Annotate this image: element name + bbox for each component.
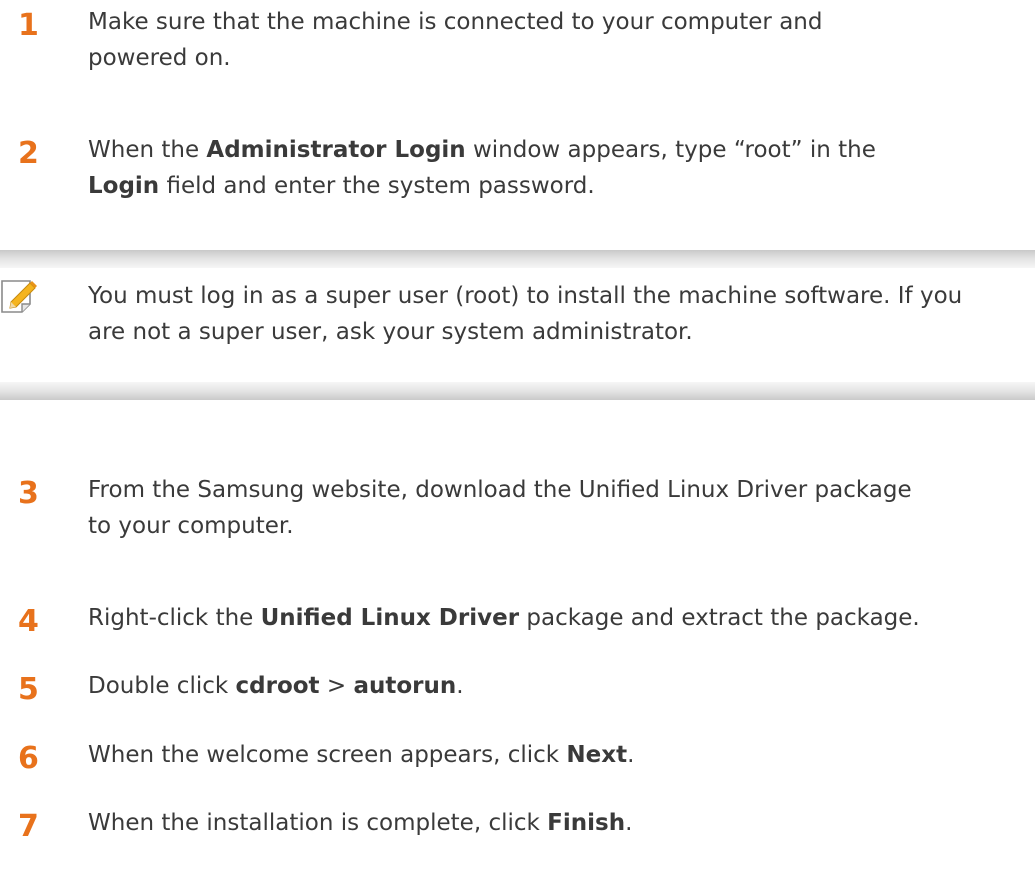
step-number: 1 bbox=[18, 8, 39, 43]
step-line: When the Administrator Login window appe… bbox=[88, 132, 1018, 168]
note-divider-top bbox=[0, 250, 1035, 268]
bold-term: Administrator Login bbox=[206, 137, 466, 163]
text-run: . bbox=[456, 673, 464, 699]
note-text: You must log in as a super user (root) t… bbox=[88, 278, 1033, 350]
step-text: From the Samsung website, download the U… bbox=[88, 472, 1018, 544]
bold-term: autorun bbox=[353, 673, 457, 699]
step-text: Make sure that the machine is connected … bbox=[88, 4, 1018, 76]
text-run: window appears, type “root” in the bbox=[465, 137, 876, 163]
text-run: package and extract the package. bbox=[519, 605, 920, 631]
step-text: When the installation is complete, click… bbox=[88, 805, 1018, 841]
text-run: . bbox=[625, 810, 633, 836]
step-number: 6 bbox=[18, 741, 39, 776]
text-run: Right-click the bbox=[88, 605, 261, 631]
note-box: You must log in as a super user (root) t… bbox=[0, 250, 1035, 400]
step-text: When the welcome screen appears, click N… bbox=[88, 737, 1018, 773]
step-text: Double click cdroot > autorun. bbox=[88, 668, 1018, 704]
step-line: From the Samsung website, download the U… bbox=[88, 472, 1018, 508]
text-run: powered on. bbox=[88, 45, 231, 71]
step-number: 2 bbox=[18, 136, 39, 171]
bold-term: Next bbox=[566, 742, 628, 768]
step-number: 3 bbox=[18, 476, 39, 511]
bold-term: Finish bbox=[547, 810, 626, 836]
step-line: Double click cdroot > autorun. bbox=[88, 668, 1018, 704]
bold-term: Unified Linux Driver bbox=[260, 605, 520, 631]
step-number: 7 bbox=[18, 809, 39, 844]
text-run: When the installation is complete, click bbox=[88, 810, 548, 836]
text-run: Make sure that the machine is connected … bbox=[88, 9, 823, 35]
step-number: 4 bbox=[18, 604, 39, 639]
step-number: 5 bbox=[18, 672, 39, 707]
text-run: From the Samsung website, download the U… bbox=[88, 477, 912, 503]
text-run: to your computer. bbox=[88, 513, 294, 539]
text-run: field and enter the system password. bbox=[159, 173, 595, 199]
step-line: Make sure that the machine is connected … bbox=[88, 4, 1018, 40]
step-line: powered on. bbox=[88, 40, 1018, 76]
step-text: Right-click the Unified Linux Driver pac… bbox=[88, 600, 1018, 636]
step-line: When the installation is complete, click… bbox=[88, 805, 1018, 841]
text-run: Double click bbox=[88, 673, 236, 699]
text-run: When the welcome screen appears, click bbox=[88, 742, 567, 768]
bold-term: cdroot bbox=[235, 673, 320, 699]
text-run: . bbox=[627, 742, 635, 768]
note-line: You must log in as a super user (root) t… bbox=[88, 283, 963, 309]
note-line: are not a super user, ask your system ad… bbox=[88, 319, 693, 345]
step-line: Login field and enter the system passwor… bbox=[88, 168, 1018, 204]
step-line: When the welcome screen appears, click N… bbox=[88, 737, 1018, 773]
step-line: Right-click the Unified Linux Driver pac… bbox=[88, 600, 1018, 636]
text-run: > bbox=[319, 673, 354, 699]
step-line: to your computer. bbox=[88, 508, 1018, 544]
note-divider-bottom bbox=[0, 382, 1035, 400]
bold-term: Login bbox=[88, 173, 160, 199]
text-run: When the bbox=[88, 137, 207, 163]
step-text: When the Administrator Login window appe… bbox=[88, 132, 1018, 204]
note-pencil-icon bbox=[0, 278, 40, 318]
